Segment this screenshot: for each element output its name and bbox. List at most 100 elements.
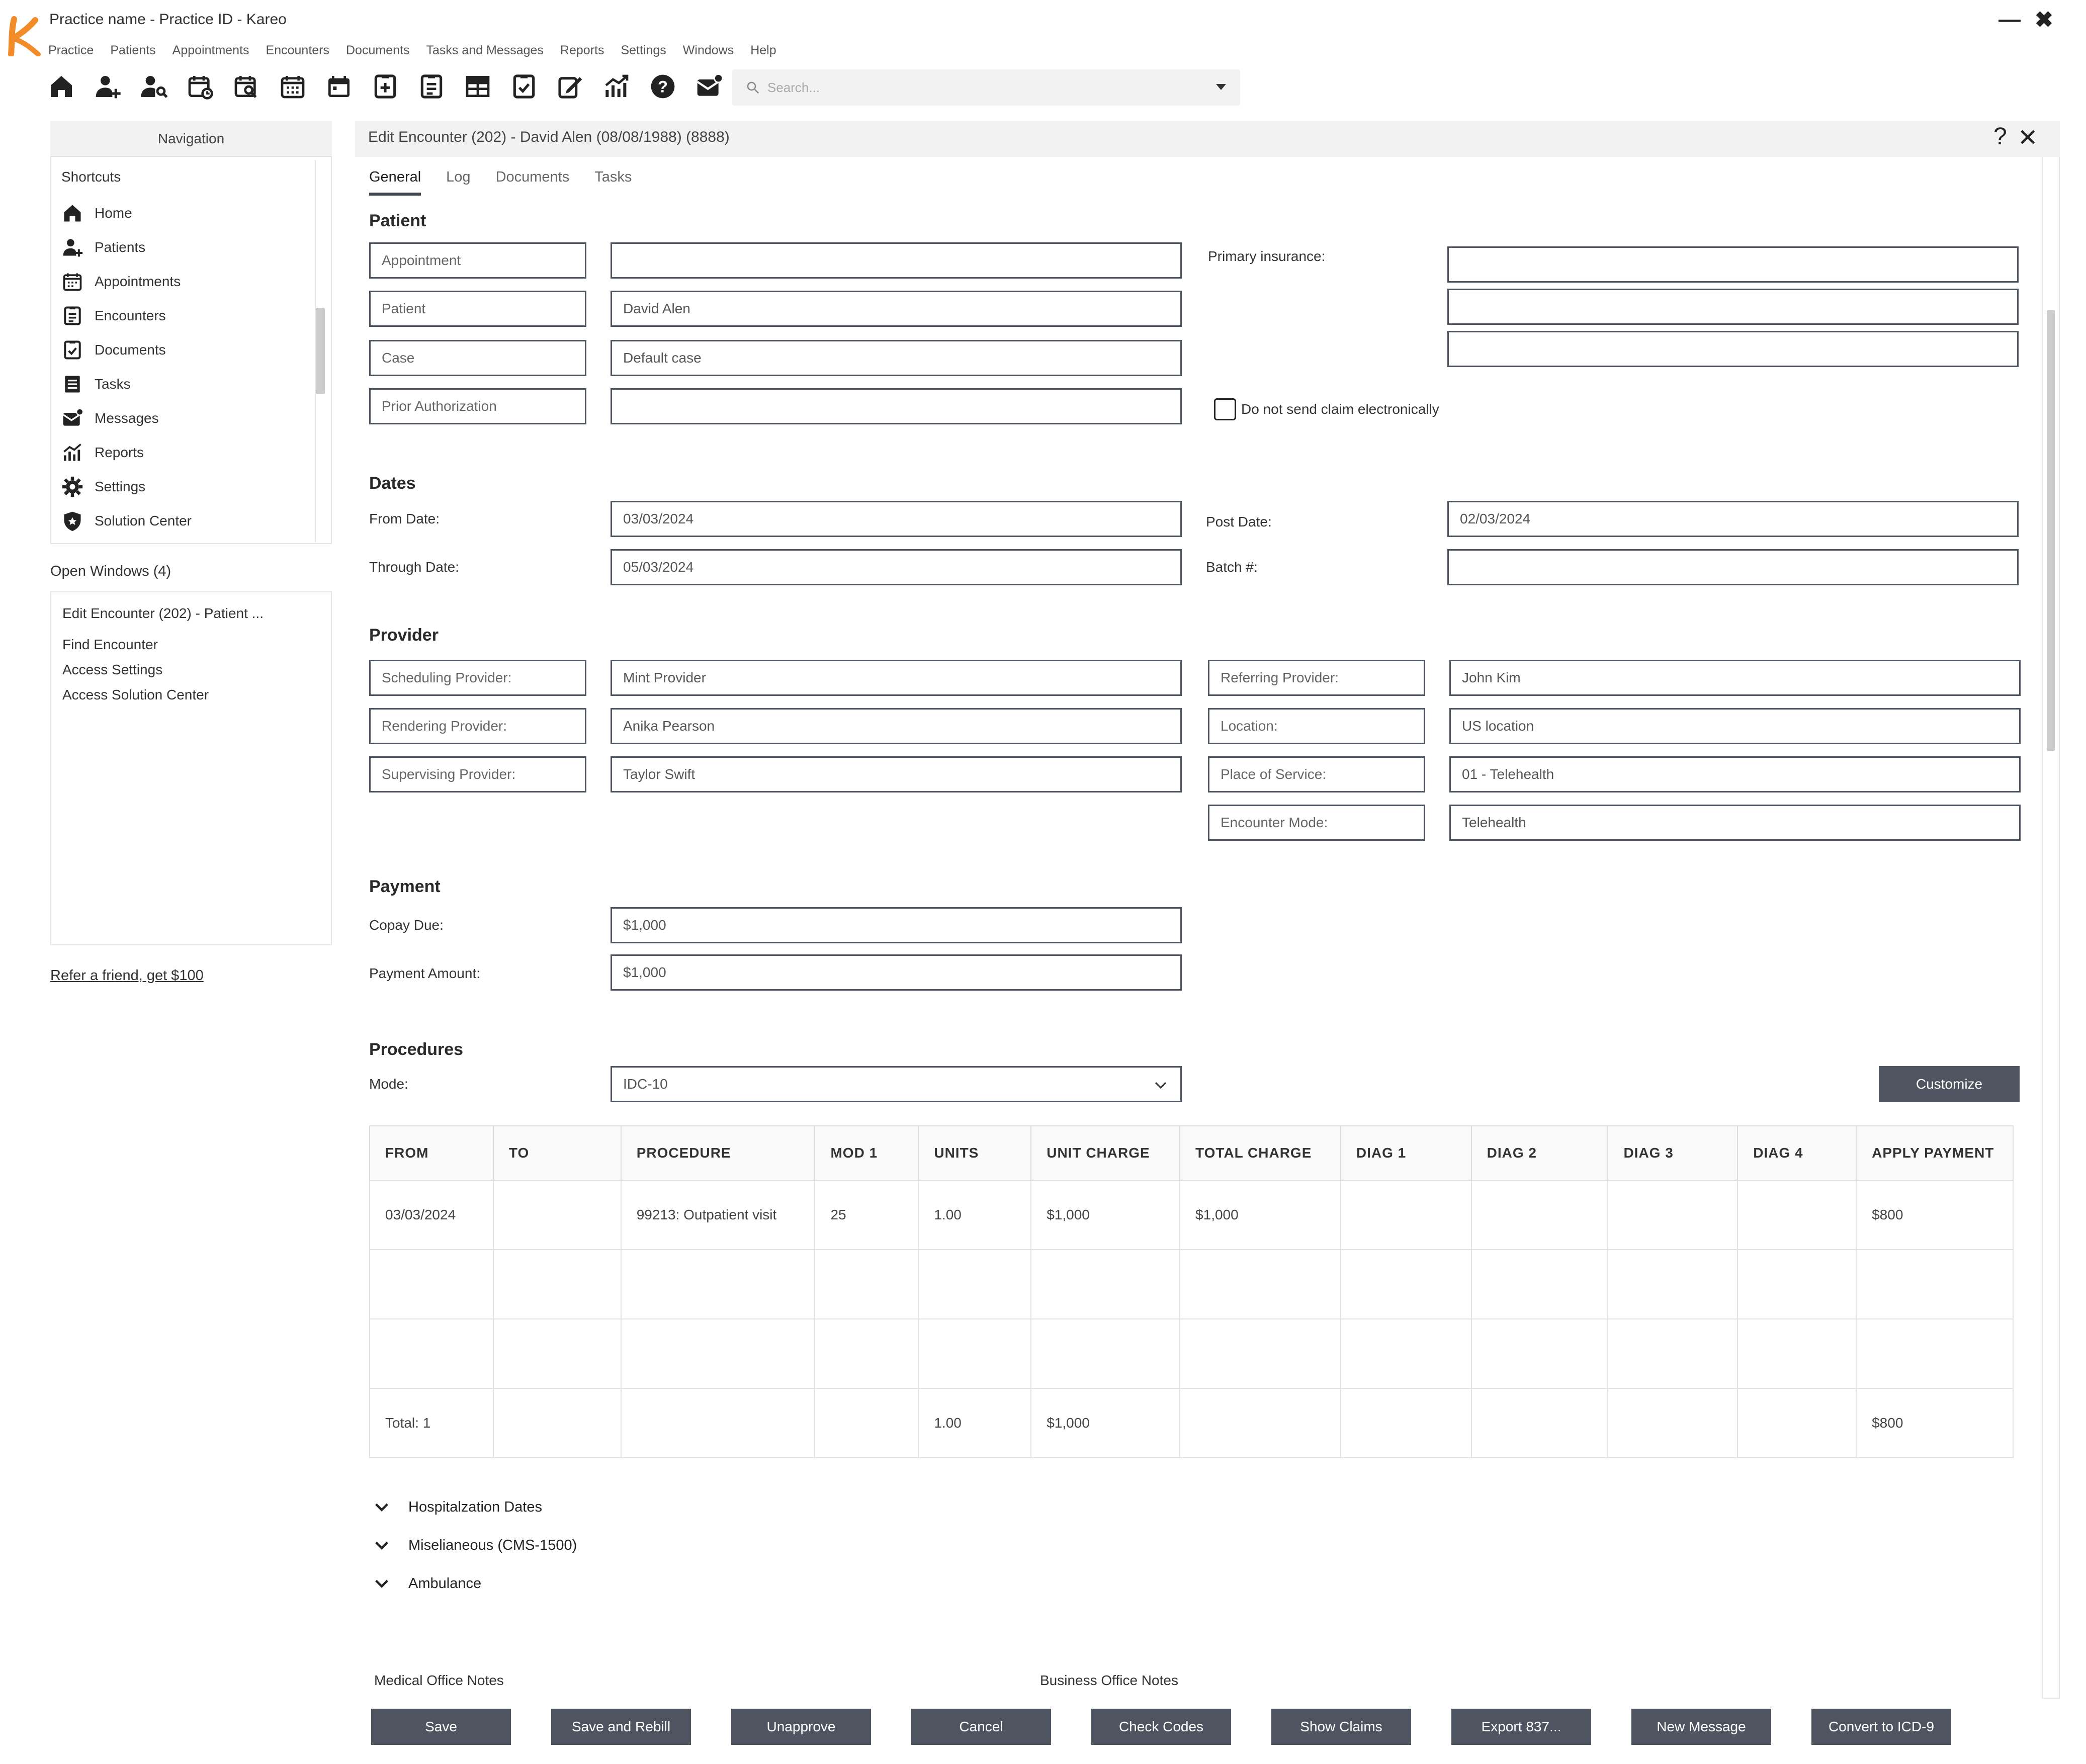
- tab-general[interactable]: General: [369, 169, 421, 196]
- table-cell[interactable]: [492, 1180, 622, 1250]
- table-cell[interactable]: [1179, 1249, 1341, 1319]
- table-cell[interactable]: 99213: Outpatient visit: [620, 1180, 816, 1250]
- close-icon[interactable]: ✖: [2035, 7, 2053, 33]
- business-office-notes-label[interactable]: Business Office Notes: [1040, 1672, 1178, 1689]
- close-encounter-icon[interactable]: ✕: [2018, 124, 2038, 152]
- scheduling-provider-field[interactable]: Mint Provider: [611, 660, 1182, 696]
- menu-encounters[interactable]: Encounters: [266, 43, 329, 58]
- table-row[interactable]: [369, 1318, 2014, 1389]
- minimize-icon[interactable]: —: [1998, 7, 2021, 32]
- table-cell[interactable]: [1470, 1180, 1609, 1250]
- copay-due-field[interactable]: $1,000: [611, 907, 1182, 943]
- main-scroll-thumb[interactable]: [2047, 310, 2055, 751]
- case-field[interactable]: Default case: [611, 340, 1182, 376]
- table-cell[interactable]: [1030, 1249, 1181, 1319]
- primary-insurance-field-2[interactable]: [1447, 289, 2019, 325]
- export-837-button[interactable]: Export 837...: [1451, 1709, 1591, 1745]
- table-cell[interactable]: [492, 1249, 622, 1319]
- messages-icon[interactable]: [695, 72, 723, 101]
- sidebar-item-settings[interactable]: Settings: [61, 474, 145, 500]
- menu-help[interactable]: Help: [750, 43, 776, 58]
- table-cell[interactable]: [492, 1318, 622, 1389]
- search-bar[interactable]: Search...: [732, 69, 1240, 106]
- medical-office-notes-label[interactable]: Medical Office Notes: [374, 1672, 504, 1689]
- checklist-icon[interactable]: [510, 72, 538, 101]
- column-header[interactable]: DIAG 2: [1470, 1125, 1609, 1181]
- column-header[interactable]: UNITS: [918, 1125, 1032, 1181]
- referring-provider-field[interactable]: John Kim: [1449, 660, 2021, 696]
- encounter-icon[interactable]: [417, 72, 446, 101]
- sidebar-item-encounters[interactable]: Encounters: [61, 303, 166, 329]
- check-codes-button[interactable]: Check Codes: [1091, 1709, 1231, 1745]
- column-header[interactable]: MOD 1: [814, 1125, 919, 1181]
- post-date-field[interactable]: 02/03/2024: [1447, 501, 2019, 537]
- table-cell[interactable]: $1,000: [1179, 1180, 1341, 1250]
- table-cell[interactable]: [620, 1318, 816, 1389]
- reports-icon[interactable]: [602, 72, 631, 101]
- table-cell[interactable]: [1340, 1180, 1472, 1250]
- rendering-provider-field[interactable]: Anika Pearson: [611, 708, 1182, 744]
- table-cell[interactable]: [1030, 1318, 1181, 1389]
- menu-patients[interactable]: Patients: [110, 43, 155, 58]
- supervising-provider-field[interactable]: Taylor Swift: [611, 756, 1182, 792]
- appointment-field[interactable]: [611, 242, 1182, 279]
- edit-icon[interactable]: [556, 72, 584, 101]
- table-cell[interactable]: [1737, 1249, 1857, 1319]
- table-cell[interactable]: [369, 1318, 494, 1389]
- prior-authorization-field[interactable]: [611, 388, 1182, 424]
- sidebar-item-tasks[interactable]: Tasks: [61, 371, 131, 397]
- location-field[interactable]: US location: [1449, 708, 2021, 744]
- column-header[interactable]: FROM: [369, 1125, 494, 1181]
- table-cell[interactable]: $800: [1856, 1180, 2014, 1250]
- table-cell[interactable]: [814, 1318, 919, 1389]
- table-cell[interactable]: [369, 1249, 494, 1319]
- table-cell[interactable]: $1,000: [1030, 1180, 1181, 1250]
- menu-windows[interactable]: Windows: [683, 43, 734, 58]
- calendar-day-icon[interactable]: [325, 72, 353, 101]
- find-patient-icon[interactable]: [140, 72, 168, 101]
- table-cell[interactable]: [1856, 1318, 2014, 1389]
- table-cell[interactable]: [1340, 1318, 1472, 1389]
- help-icon[interactable]: ?: [649, 72, 677, 101]
- convert-to-icd9-button[interactable]: Convert to ICD-9: [1811, 1709, 1951, 1745]
- column-header[interactable]: TOTAL CHARGE: [1179, 1125, 1341, 1181]
- chevron-down-icon[interactable]: [1215, 82, 1227, 92]
- show-claims-button[interactable]: Show Claims: [1271, 1709, 1411, 1745]
- open-window-item[interactable]: Access Settings: [62, 662, 162, 678]
- find-appointment-icon[interactable]: [232, 72, 260, 101]
- sidebar-item-home[interactable]: Home: [61, 200, 132, 226]
- table-cell[interactable]: [620, 1249, 816, 1319]
- sidebar-item-documents[interactable]: Documents: [61, 337, 166, 363]
- column-header[interactable]: DIAG 3: [1607, 1125, 1739, 1181]
- add-document-icon[interactable]: [371, 72, 399, 101]
- menu-tasks-messages[interactable]: Tasks and Messages: [426, 43, 543, 58]
- table-cell[interactable]: [1470, 1249, 1609, 1319]
- save-button[interactable]: Save: [371, 1709, 511, 1745]
- do-not-send-checkbox[interactable]: [1214, 398, 1236, 420]
- tab-tasks[interactable]: Tasks: [594, 169, 632, 196]
- customize-button[interactable]: Customize: [1879, 1066, 2020, 1102]
- open-window-item[interactable]: Access Solution Center: [62, 687, 209, 703]
- table-cell[interactable]: [1340, 1249, 1472, 1319]
- cancel-button[interactable]: Cancel: [911, 1709, 1051, 1745]
- refer-friend-link[interactable]: Refer a friend, get $100: [50, 967, 204, 984]
- add-patient-icon[interactable]: [94, 72, 122, 101]
- table-cell[interactable]: [1856, 1249, 2014, 1319]
- home-icon[interactable]: [47, 72, 75, 101]
- table-cell[interactable]: [814, 1249, 919, 1319]
- expander-miscellaneous[interactable]: Miselianeous (CMS-1500): [373, 1537, 577, 1554]
- from-date-field[interactable]: 03/03/2024: [611, 501, 1182, 537]
- menu-practice[interactable]: Practice: [48, 43, 94, 58]
- column-header[interactable]: APPLY PAYMENT: [1856, 1125, 2014, 1181]
- table-cell[interactable]: [1607, 1180, 1739, 1250]
- save-and-rebill-button[interactable]: Save and Rebill: [551, 1709, 691, 1745]
- table-cell[interactable]: 25: [814, 1180, 919, 1250]
- calendar-icon[interactable]: [279, 72, 307, 101]
- table-cell[interactable]: [1179, 1318, 1341, 1389]
- table-cell[interactable]: [918, 1249, 1032, 1319]
- tab-log[interactable]: Log: [446, 169, 470, 196]
- payment-amount-field[interactable]: $1,000: [611, 954, 1182, 991]
- expander-ambulance[interactable]: Ambulance: [373, 1575, 481, 1592]
- through-date-field[interactable]: 05/03/2024: [611, 549, 1182, 585]
- column-header[interactable]: DIAG 4: [1737, 1125, 1857, 1181]
